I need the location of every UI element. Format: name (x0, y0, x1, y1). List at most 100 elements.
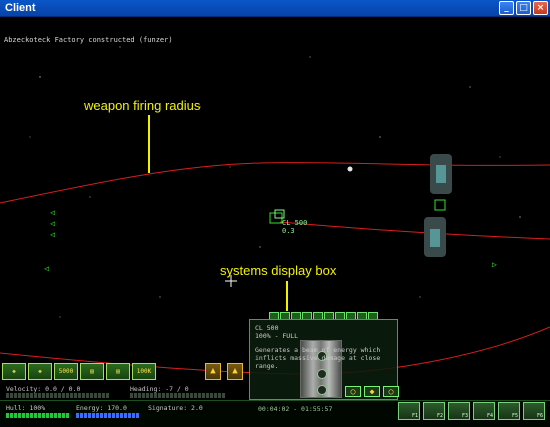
space-viewport[interactable]: Abzeckoteck Factory constructed (funzer)… (0, 17, 550, 427)
meter-segment (100, 413, 103, 418)
ring-icon[interactable]: ◯ (345, 386, 361, 397)
meter-segment (42, 413, 45, 418)
meter-segment (90, 393, 93, 398)
meter-segment (74, 393, 77, 398)
meter-segment (34, 413, 37, 418)
meter-segment (50, 393, 53, 398)
meter-segment (76, 413, 79, 418)
meter-segment (158, 393, 161, 398)
shield-icon[interactable]: ◆ (364, 386, 380, 397)
meter-segment (62, 393, 65, 398)
velocity-meter (6, 393, 109, 398)
close-button[interactable]: × (533, 1, 548, 15)
system-name: CL 500 (255, 324, 279, 332)
firing-radius-line-mid (279, 221, 550, 240)
meter-segment (104, 413, 107, 418)
ship-group-slot[interactable]: F3 (448, 402, 470, 420)
hull-meter (6, 413, 69, 418)
meter-segment (186, 393, 189, 398)
minimize-button[interactable]: _ (499, 1, 514, 15)
meter-segment (86, 393, 89, 398)
meter-segment (106, 393, 109, 398)
enemy-ship[interactable] (424, 154, 452, 257)
meter-segment (30, 393, 33, 398)
meter-segment (150, 393, 153, 398)
credits-5000-button[interactable]: 5000 (54, 363, 78, 380)
meter-segment (170, 393, 173, 398)
meter-segment (102, 393, 105, 398)
arrow-up-button[interactable]: ▲ (205, 363, 221, 380)
meter-segment (108, 413, 111, 418)
meter-segment (46, 393, 49, 398)
meter-segment (70, 393, 73, 398)
annotation-weapon-pointer (148, 115, 150, 173)
meter-segment (30, 413, 33, 418)
meter-segment (162, 393, 165, 398)
annotation-weapon-radius: weapon firing radius (84, 98, 201, 113)
meter-segment (222, 393, 225, 398)
cargo-icon[interactable]: ▤ (106, 363, 130, 380)
meter-segment (136, 413, 139, 418)
meter-segment (26, 413, 29, 418)
meter-segment (98, 393, 101, 398)
meter-segment (154, 393, 157, 398)
meter-segment (62, 413, 65, 418)
window-controls: _ □ × (499, 1, 548, 15)
credits-100k-button[interactable]: 100K (132, 363, 156, 380)
meter-segment (174, 393, 177, 398)
meter-segment (18, 393, 21, 398)
offscreen-marker-icon[interactable]: ◁ (44, 265, 49, 273)
window-title: Client (5, 2, 36, 14)
system-status: 100% - FULL (255, 332, 299, 340)
meter-segment (94, 393, 97, 398)
meter-segment (80, 413, 83, 418)
target-value: 0.3 (282, 227, 295, 235)
meter-segment (66, 413, 69, 418)
meter-segment (214, 393, 217, 398)
meter-segment (142, 393, 145, 398)
cargo-icon[interactable]: ▤ (80, 363, 104, 380)
message-log: Abzeckoteck Factory constructed (funzer) (4, 36, 173, 44)
ship-group-bar: F1 F2 F3 F4 F5 F6 (398, 402, 545, 420)
system-action-buttons: ◯ ◆ ◯ (345, 386, 399, 397)
meter-segment (42, 393, 45, 398)
meter-segment (218, 393, 221, 398)
meter-segment (138, 393, 141, 398)
system-description: Generates a beam of energy which inflict… (255, 346, 381, 370)
meter-segment (210, 393, 213, 398)
ship-group-slot[interactable]: F5 (498, 402, 520, 420)
offscreen-marker-icon[interactable]: ◁ (50, 231, 55, 239)
offscreen-marker-icon[interactable]: ◁ (50, 220, 55, 228)
ship-group-slot[interactable]: F4 (473, 402, 495, 420)
heading-meter (130, 393, 225, 398)
meter-segment (50, 413, 53, 418)
meter-segment (6, 393, 9, 398)
meter-segment (58, 413, 61, 418)
annotation-systems-box: systems display box (220, 263, 337, 278)
ship-icon[interactable]: ◈ (28, 363, 52, 380)
meter-segment (92, 413, 95, 418)
meter-segment (96, 413, 99, 418)
offscreen-marker-icon[interactable]: ▷ (492, 261, 497, 269)
meter-segment (190, 393, 193, 398)
meter-segment (14, 393, 17, 398)
ship-icon[interactable]: ◈ (2, 363, 26, 380)
ship-group-slot[interactable]: F1 (398, 402, 420, 420)
ring-icon[interactable]: ◯ (383, 386, 399, 397)
meter-segment (134, 393, 137, 398)
ship-group-slot[interactable]: F2 (423, 402, 445, 420)
offscreen-marker-icon[interactable]: ◁ (50, 209, 55, 217)
heading-readout: Heading: -7 / 0 (130, 385, 189, 393)
meter-segment (58, 393, 61, 398)
meter-segment (10, 393, 13, 398)
meter-segment (34, 393, 37, 398)
meter-segment (88, 413, 91, 418)
meter-segment (38, 393, 41, 398)
meter-segment (26, 393, 29, 398)
ship-group-slot[interactable]: F6 (523, 402, 545, 420)
meter-segment (10, 413, 13, 418)
meter-segment (166, 393, 169, 398)
maximize-button[interactable]: □ (516, 1, 531, 15)
meter-segment (182, 393, 185, 398)
arrow-up-button[interactable]: ▲ (227, 363, 243, 380)
